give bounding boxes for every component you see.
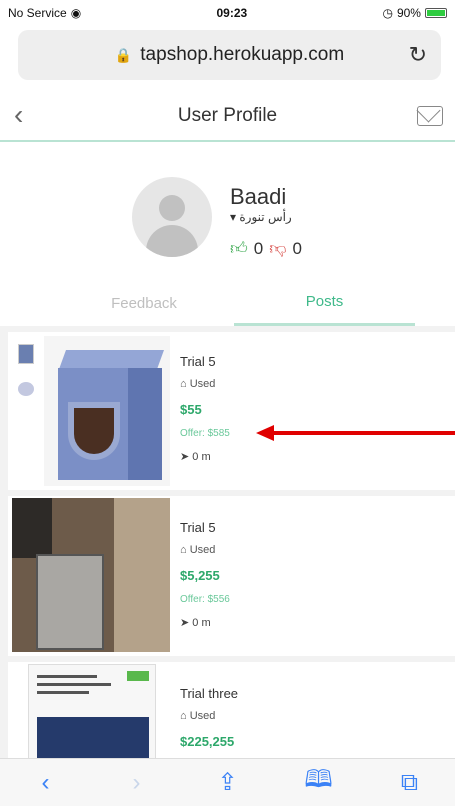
tab-feedback[interactable]: Feedback: [54, 280, 234, 326]
post-offer: Offer: $556: [180, 594, 230, 605]
bookmarks-icon[interactable]: 🕮︎: [299, 762, 339, 803]
address-content: 🔒 tapshop.herokuapp.com: [115, 44, 344, 66]
likes-count: 0: [253, 238, 264, 258]
post-offer: Offer: $585: [180, 428, 230, 439]
status-right: ◷ 90%: [382, 6, 447, 20]
post-thumbnail-small[interactable]: [18, 382, 34, 396]
tag-icon: ⌂: [180, 544, 187, 556]
app-header: ‹ User Profile: [0, 92, 455, 142]
battery-icon: [424, 8, 447, 18]
cup-graphic: [74, 408, 114, 454]
post-card[interactable]: Trial 5 ⌂ Used $55 Offer: $585 ➤ 0 m: [8, 332, 455, 490]
tag-icon: ⌂: [180, 378, 187, 390]
address-bar[interactable]: 🔒 tapshop.herokuapp.com ↻: [18, 30, 441, 80]
fridge-graphic: [36, 554, 104, 650]
tag-icon: ⌂: [180, 710, 187, 722]
browser-back-icon[interactable]: ‹: [26, 769, 66, 797]
image-text-line: [37, 675, 97, 678]
post-price: $5,255: [180, 568, 220, 583]
post-condition: ⌂ Used: [180, 544, 215, 556]
browser-toolbar: ‹ › ⇪ 🕮︎ ⧉: [0, 758, 455, 806]
status-time: 09:23: [216, 6, 248, 20]
wifi-icon: ◉: [70, 6, 82, 20]
kitchen-shadow: [12, 498, 52, 558]
profile-tabs: Feedback Posts: [0, 280, 455, 326]
post-condition-text: Used: [189, 544, 216, 556]
avatar-head: [159, 195, 185, 221]
battery-fill: [426, 10, 445, 16]
image-green-button: [127, 671, 149, 681]
post-distance-text: 0 m: [192, 451, 211, 463]
post-condition-text: Used: [189, 710, 216, 722]
annotation-arrow-head: [256, 425, 274, 441]
post-title: Trial 5: [180, 520, 216, 535]
box-side: [128, 368, 162, 480]
browser-forward-icon[interactable]: ›: [117, 769, 157, 797]
image-dark-panel: [37, 717, 149, 759]
image-text-line: [37, 691, 89, 694]
ratings: 👍︎ 0 👎︎ 0: [230, 238, 302, 259]
carrier-label: No Service: [8, 6, 67, 20]
post-price: $55: [180, 402, 202, 417]
profile-location: ▾ رأس تنورة: [230, 210, 292, 224]
annotation-arrow: [256, 425, 455, 441]
post-image[interactable]: [28, 664, 156, 760]
image-text-line: [37, 683, 111, 686]
post-condition: ⌂ Used: [180, 378, 215, 390]
avatar: [132, 177, 212, 257]
post-card[interactable]: Trial 5 ⌂ Used $5,255 Offer: $556 ➤ 0 m: [8, 496, 455, 656]
dislikes-count: 0: [292, 238, 302, 258]
location-pin-icon: ▾: [230, 210, 237, 224]
tab-posts[interactable]: Posts: [234, 280, 415, 326]
thumbs-up-icon[interactable]: 👍︎: [230, 238, 248, 259]
share-icon[interactable]: ⇪: [208, 768, 248, 797]
post-image[interactable]: [12, 498, 170, 652]
post-distance-text: 0 m: [192, 617, 211, 629]
profile-name: Baadi: [230, 184, 287, 209]
url-text: tapshop.herokuapp.com: [140, 44, 345, 65]
reload-icon[interactable]: ↻: [409, 42, 427, 68]
alarm-icon: ◷: [382, 6, 393, 20]
post-condition-text: Used: [189, 378, 216, 390]
page-title: User Profile: [177, 105, 278, 126]
mail-icon[interactable]: [417, 106, 443, 126]
person-graphic: [114, 498, 170, 652]
post-title: Trial three: [180, 686, 239, 701]
post-distance: ➤ 0 m: [180, 450, 211, 463]
battery-label: 90%: [396, 6, 421, 20]
location-text: رأس تنورة: [239, 210, 292, 224]
post-image[interactable]: [44, 336, 170, 486]
post-thumbnail-small[interactable]: [18, 344, 34, 364]
avatar-body: [146, 225, 198, 257]
navigation-icon: ➤: [180, 451, 190, 463]
navigation-icon: ➤: [180, 617, 190, 629]
status-left: No Service ◉: [8, 6, 81, 20]
post-card[interactable]: Trial three ⌂ Used $225,255: [8, 662, 455, 762]
tabs-icon[interactable]: ⧉: [390, 769, 430, 797]
post-condition: ⌂ Used: [180, 710, 215, 722]
post-title: Trial 5: [180, 354, 216, 369]
post-price: $225,255: [180, 734, 235, 749]
status-bar: No Service ◉ 09:23 ◷ 90%: [0, 0, 455, 26]
lock-icon: 🔒: [114, 46, 133, 63]
thumbs-down-icon[interactable]: 👎︎: [269, 238, 286, 259]
back-icon[interactable]: ‹: [14, 101, 23, 129]
post-distance: ➤ 0 m: [180, 616, 211, 629]
